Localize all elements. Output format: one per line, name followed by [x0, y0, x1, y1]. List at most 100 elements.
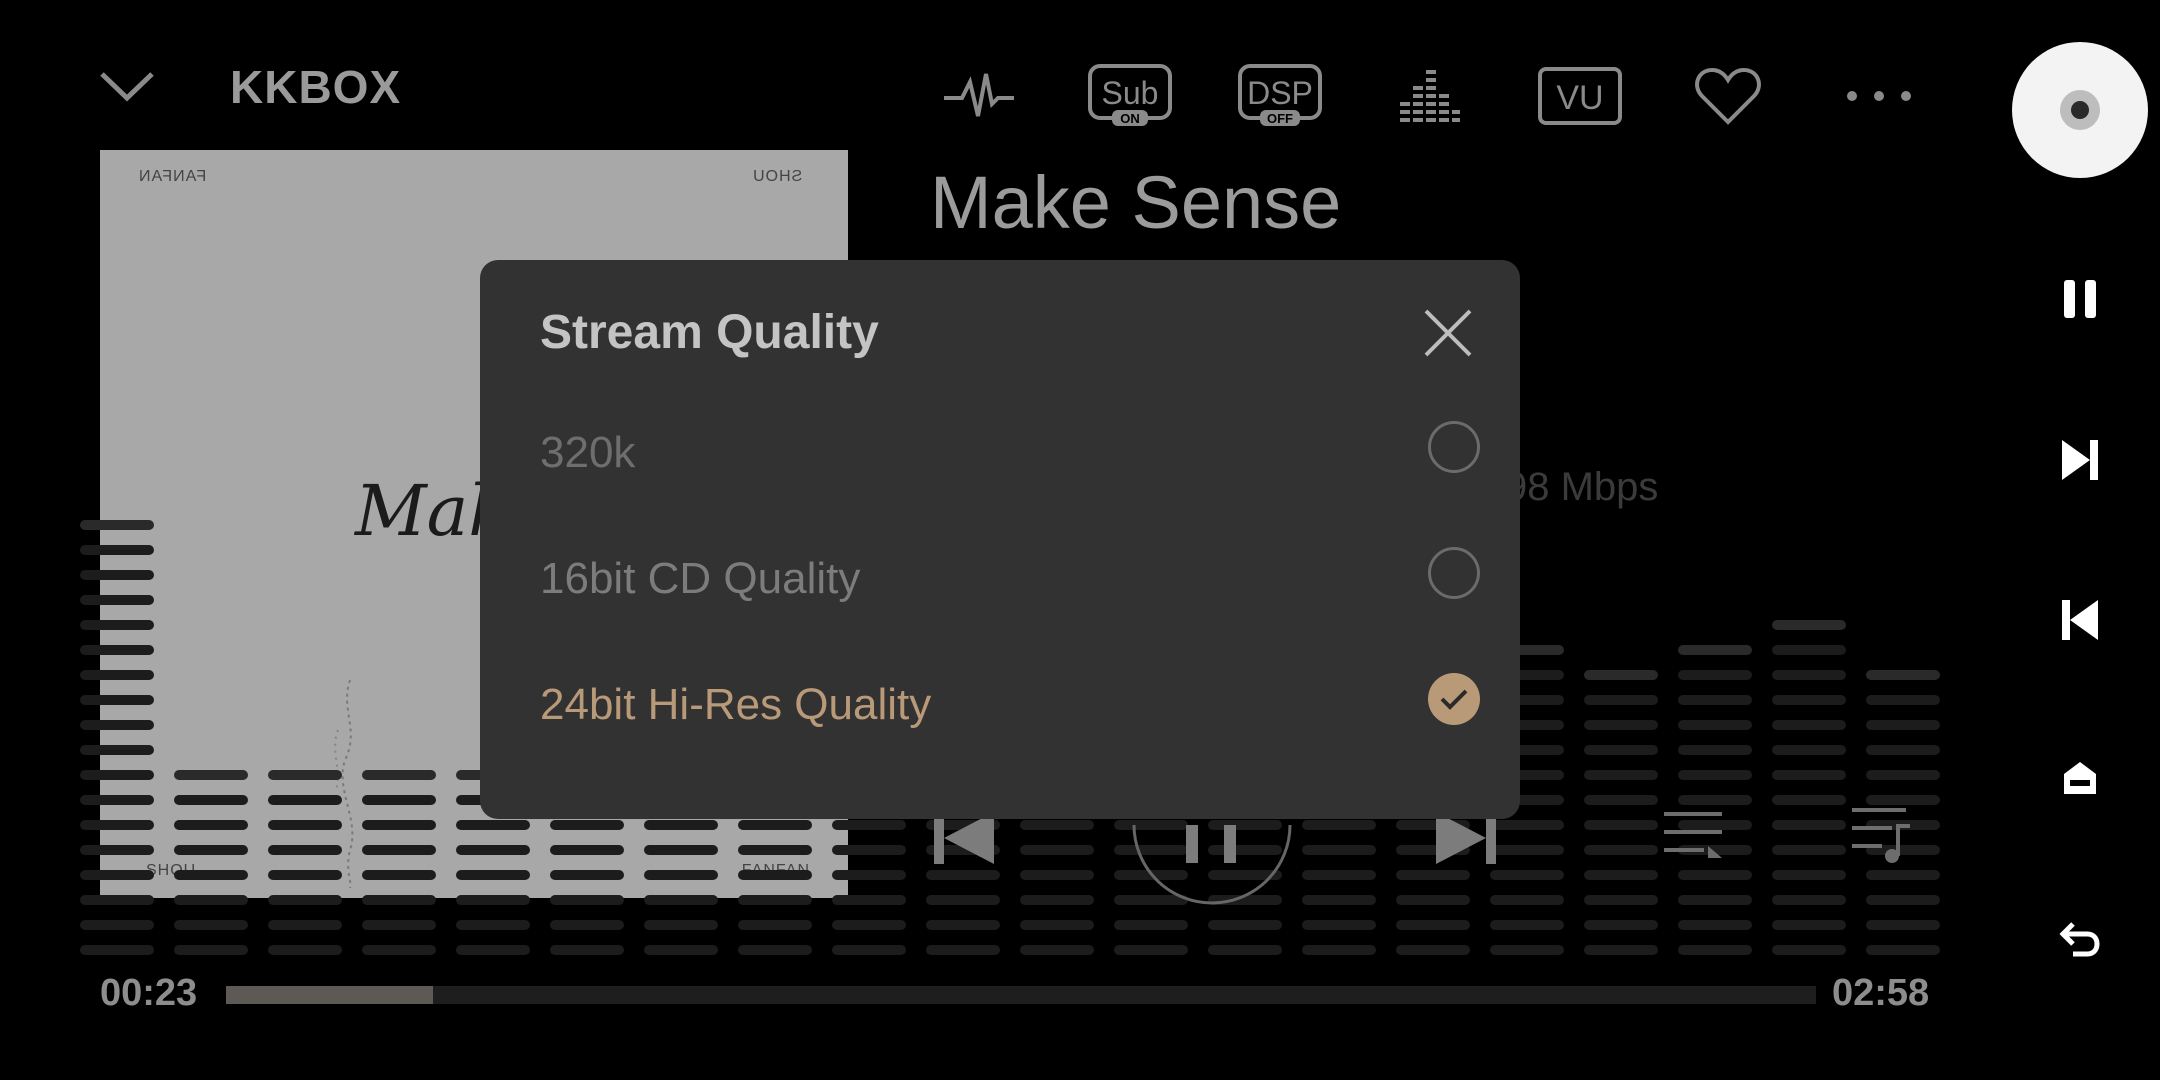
spectrum-bar-segment	[1866, 895, 1940, 905]
spectrum-bar-segment	[268, 845, 342, 855]
spectrum-bar-segment	[1584, 745, 1658, 755]
spectrum-bar-segment	[1772, 670, 1846, 680]
spectrum-bar-segment	[738, 820, 812, 830]
spectrum-bar-segment	[832, 895, 906, 905]
spectrum-bar-segment	[1020, 895, 1094, 905]
option-label: 320k	[540, 428, 636, 477]
spectrum-bar-segment	[1020, 870, 1094, 880]
chevron-down-icon[interactable]	[98, 66, 156, 106]
spectrum-bar-segment	[1866, 695, 1940, 705]
elapsed-time: 00:23	[100, 972, 198, 1014]
spectrum-bar-segment	[268, 770, 342, 780]
rail-pause-icon[interactable]	[2010, 278, 2150, 320]
spectrum-bar-segment	[1678, 670, 1752, 680]
spectrum-bar-segment	[456, 895, 530, 905]
spectrum-bar-segment	[456, 920, 530, 930]
spectrum-bar-segment	[80, 745, 154, 755]
sub-on-icon[interactable]: Sub ON	[1088, 64, 1172, 126]
spectrum-bar-segment	[1396, 945, 1470, 955]
quality-option-hires[interactable]: 24bit Hi-Res Quality	[540, 662, 1480, 752]
spectrum-bar-segment	[174, 820, 248, 830]
spectrum-bar-segment	[1020, 920, 1094, 930]
spectrum-bar-segment	[268, 945, 342, 955]
spectrum-bar-segment	[1772, 870, 1846, 880]
spectrum-bar-segment	[644, 945, 718, 955]
spectrum-bar-segment	[738, 845, 812, 855]
spectrum-bar-segment	[1584, 670, 1658, 680]
spectrum-bar-segment	[926, 920, 1000, 930]
spectrum-bar-segment	[550, 870, 624, 880]
spectrum-bar-segment	[1302, 870, 1376, 880]
spectrum-bar-segment	[1584, 870, 1658, 880]
spectrum-bar-segment	[1772, 695, 1846, 705]
favorite-heart-icon[interactable]	[1694, 66, 1762, 126]
spectrum-bar-segment	[1772, 770, 1846, 780]
spectrum-bar-segment	[738, 945, 812, 955]
spectrum-bar-segment	[174, 895, 248, 905]
spectrum-bar-segment	[1866, 920, 1940, 930]
spectrum-bar-segment	[550, 945, 624, 955]
spectrum-bar-segment	[644, 820, 718, 830]
spectrum-bar-segment	[80, 695, 154, 705]
quality-option-320k[interactable]: 320k	[540, 410, 1480, 500]
spectrum-bar-segment	[456, 820, 530, 830]
spectrum-bar-segment	[80, 595, 154, 605]
radio-unselected[interactable]	[1428, 547, 1480, 599]
spectrum-bar-segment	[1302, 945, 1376, 955]
album-corner-text: FANFAN	[138, 168, 207, 185]
spectrum-bar-segment	[1490, 945, 1564, 955]
spectrum-bar-segment	[1584, 920, 1658, 930]
waveform-icon[interactable]	[942, 66, 1016, 126]
spectrum-bar-segment	[1208, 920, 1282, 930]
spectrum-bar-segment	[832, 870, 906, 880]
spectrum-bar-segment	[80, 570, 154, 580]
rail-back-icon[interactable]	[2010, 918, 2150, 958]
spectrum-bar-segment	[80, 895, 154, 905]
more-icon[interactable]	[1844, 66, 1914, 126]
spectrum-bar-segment	[1678, 870, 1752, 880]
spectrum-bar-segment	[1772, 945, 1846, 955]
spectrum-bar-segment	[1678, 945, 1752, 955]
queue-icon[interactable]	[1660, 808, 1726, 871]
spectrum-bar-segment	[456, 870, 530, 880]
spectrum-bar-segment	[832, 820, 906, 830]
spectrum-bar-segment	[80, 520, 154, 530]
quality-option-cd[interactable]: 16bit CD Quality	[540, 536, 1480, 626]
player-screen: KKBOX Sub ON DSP OFF VU FANFAN SHOU SHOU…	[0, 0, 2160, 1080]
rail-home-icon[interactable]	[2010, 758, 2150, 798]
spectrum-bar-segment	[1396, 895, 1470, 905]
lyrics-icon[interactable]	[1848, 804, 1914, 871]
spectrum-bar-segment	[1584, 770, 1658, 780]
spectrum-bar-segment	[362, 795, 436, 805]
close-icon[interactable]	[1420, 305, 1476, 361]
spectrum-bar-segment	[80, 545, 154, 555]
svg-text:DSP: DSP	[1247, 75, 1313, 111]
spectrum-bar-segment	[1584, 845, 1658, 855]
mini-disc-button[interactable]	[2012, 42, 2148, 178]
spectrum-bar-segment	[1772, 920, 1846, 930]
seek-bar[interactable]	[226, 986, 1816, 1004]
rail-next-icon[interactable]	[2010, 438, 2150, 482]
radio-unselected[interactable]	[1428, 421, 1480, 473]
dialog-title: Stream Quality	[540, 306, 879, 359]
rail-previous-icon[interactable]	[2010, 598, 2150, 642]
song-title: Make Sense	[930, 161, 1342, 244]
spectrum-bar-segment	[1678, 720, 1752, 730]
checkmark-icon[interactable]	[1428, 673, 1480, 725]
spectrum-bar-segment	[362, 920, 436, 930]
spectrum-bar-segment	[1678, 695, 1752, 705]
album-corner-text: SHOU	[751, 168, 802, 185]
spectrum-bar-segment	[550, 920, 624, 930]
vu-meter-icon[interactable]: VU	[1538, 66, 1622, 126]
equalizer-icon[interactable]	[1398, 66, 1462, 126]
spectrum-bar-segment	[1020, 845, 1094, 855]
spectrum-bar-segment	[1678, 895, 1752, 905]
spectrum-bar-segment	[362, 870, 436, 880]
spectrum-bar-segment	[644, 920, 718, 930]
spectrum-bar-segment	[1866, 745, 1940, 755]
spectrum-bar-segment	[1490, 920, 1564, 930]
spectrum-bar-segment	[80, 670, 154, 680]
dsp-off-icon[interactable]: DSP OFF	[1238, 64, 1322, 126]
svg-text:OFF: OFF	[1267, 111, 1293, 126]
option-label: 24bit Hi-Res Quality	[540, 680, 932, 729]
